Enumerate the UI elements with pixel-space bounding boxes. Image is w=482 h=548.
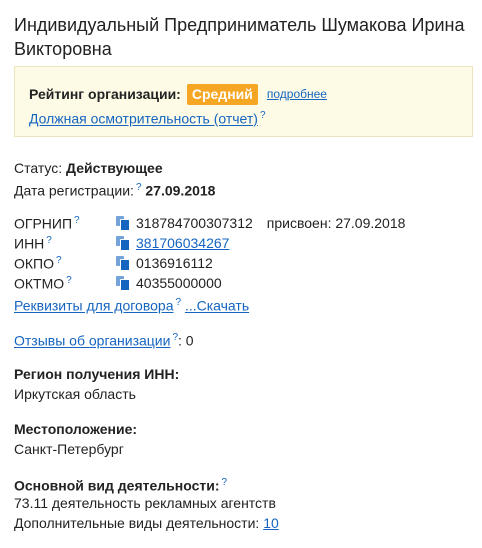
activity-extra-label: Дополнительные виды деятельности:: [14, 515, 260, 531]
page-title: Индивидуальный Предприниматель Шумакова …: [14, 15, 465, 59]
inn-region-value: Иркутская область: [14, 386, 136, 402]
status-label: Статус:: [14, 160, 63, 176]
rating-badge: Средний: [186, 83, 258, 105]
inn-value-link[interactable]: 381706034267: [136, 235, 229, 251]
rating-panel: Рейтинг организации: Средний подробнее Д…: [14, 66, 473, 137]
activity-extra-count-link[interactable]: 10: [263, 515, 279, 531]
copy-icon[interactable]: [116, 216, 130, 231]
okpo-help-icon[interactable]: ?: [56, 255, 62, 266]
okpo-value: 0136916112: [136, 255, 213, 271]
code-name: ОКТМО?: [14, 274, 72, 292]
location-title: Местоположение:: [14, 421, 138, 437]
code-name: ОКПО?: [14, 254, 62, 272]
registration-line: Дата регистрации:? 27.09.2018: [14, 179, 215, 200]
code-row-okpo: ОКПО? 0136916112: [14, 253, 405, 273]
requisites-link[interactable]: Реквизиты для договора: [14, 298, 173, 314]
copy-icon[interactable]: [116, 236, 130, 251]
ogrnip-value: 318784700307312: [136, 215, 253, 231]
inn-help-icon[interactable]: ?: [46, 235, 52, 246]
code-name: ИНН?: [14, 234, 52, 252]
code-row-oktmo: ОКТМО? 40355000000: [14, 273, 405, 293]
location-value: Санкт-Петербург: [14, 441, 124, 457]
codes-table: ОГРНИП? 318784700307312 присвоен: 27.09.…: [14, 213, 405, 293]
activity-title: Основной вид деятельности:: [14, 477, 220, 494]
reviews-count: : 0: [178, 332, 194, 349]
reviews-line: Отзывы об организации?: 0: [14, 329, 194, 350]
rating-more-link[interactable]: подробнее: [267, 87, 327, 101]
due-diligence-link[interactable]: Должная осмотрительность (отчет): [29, 111, 258, 127]
contract-line: Реквизиты для договора? ...Скачать: [14, 294, 249, 315]
copy-icon[interactable]: [116, 276, 130, 291]
ogrnip-assigned: присвоен: 27.09.2018: [266, 215, 406, 231]
activity-extra-line: Дополнительные виды деятельности: 10: [14, 514, 279, 532]
status-value: Действующее: [66, 160, 163, 176]
registration-label: Дата регистрации:: [14, 182, 134, 199]
copy-icon[interactable]: [116, 256, 130, 271]
due-diligence-help-icon[interactable]: ?: [260, 110, 266, 121]
download-link[interactable]: ...Скачать: [185, 298, 249, 314]
oktmo-help-icon[interactable]: ?: [66, 275, 72, 286]
activity-help-icon[interactable]: ?: [222, 477, 228, 488]
code-name: ОГРНИП?: [14, 214, 80, 232]
inn-region-title: Регион получения ИНН:: [14, 366, 180, 382]
registration-help-icon[interactable]: ?: [136, 182, 142, 193]
requisites-help-icon[interactable]: ?: [175, 297, 181, 308]
activity-main: 73.11 деятельность рекламных агентств: [14, 495, 276, 511]
reviews-link[interactable]: Отзывы об организации: [14, 333, 170, 349]
activity-title-line: Основной вид деятельности:?: [14, 474, 227, 495]
status-line: Статус: Действующее: [14, 159, 163, 177]
code-row-inn: ИНН? 381706034267: [14, 233, 405, 253]
oktmo-value: 40355000000: [136, 275, 222, 291]
rating-label: Рейтинг организации:: [29, 86, 181, 102]
registration-date: 27.09.2018: [145, 182, 216, 199]
code-row-ogrnip: ОГРНИП? 318784700307312 присвоен: 27.09.…: [14, 213, 405, 233]
ogrnip-help-icon[interactable]: ?: [74, 215, 80, 226]
